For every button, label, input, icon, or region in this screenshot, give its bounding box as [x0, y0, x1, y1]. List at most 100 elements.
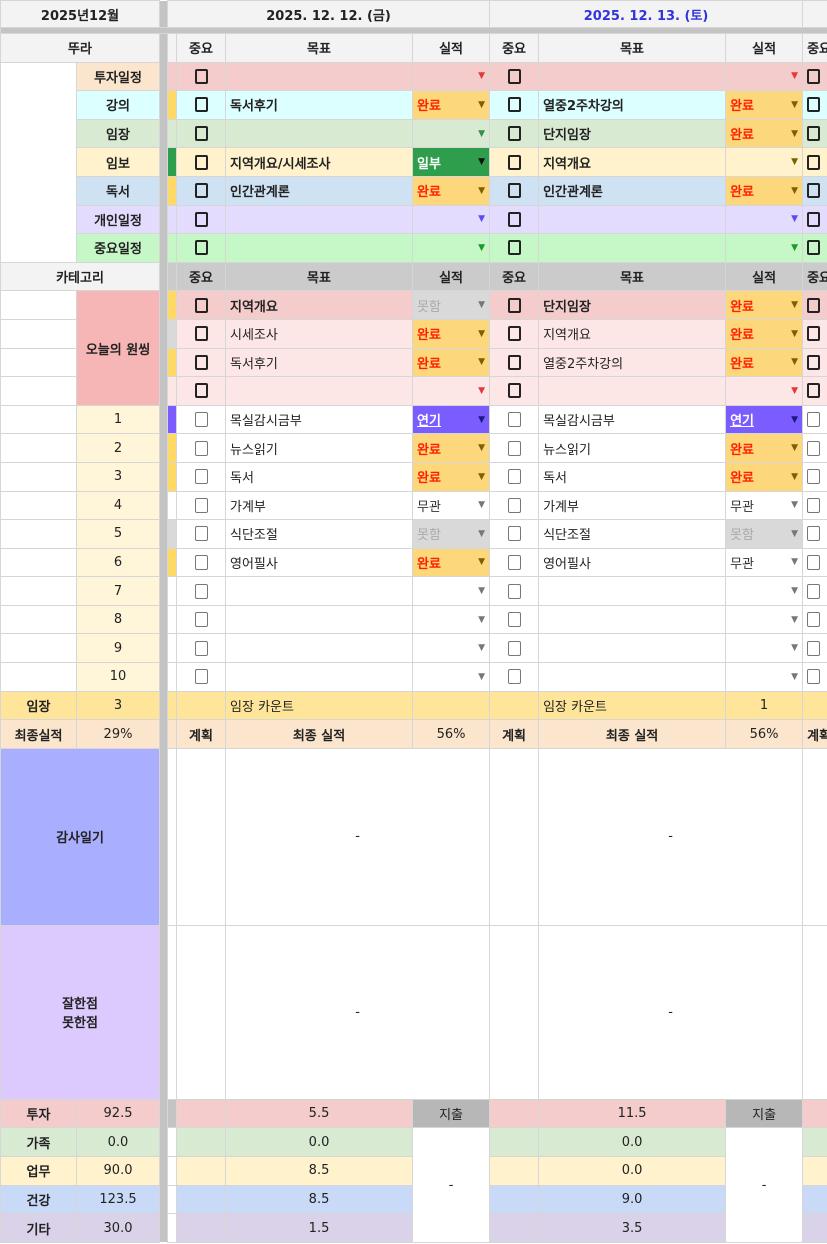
checkbox[interactable] — [807, 440, 821, 456]
dropdown-arrow-icon[interactable]: ▼ — [791, 615, 798, 625]
dropdown-arrow-icon[interactable]: ▼ — [478, 672, 485, 682]
result-dropdown[interactable]: 못함 ▼ — [412, 290, 491, 320]
dropdown-arrow-icon[interactable]: ▼ — [478, 129, 485, 139]
checkbox[interactable] — [807, 554, 821, 570]
dropdown-arrow-icon[interactable]: ▼ — [791, 71, 798, 81]
checkbox[interactable] — [507, 469, 521, 485]
checkbox[interactable] — [507, 612, 521, 628]
goal-cell[interactable] — [225, 604, 414, 635]
dropdown-arrow-icon[interactable]: ▼ — [791, 672, 798, 682]
checkbox[interactable] — [507, 326, 521, 342]
gratitude-entry[interactable]: - — [225, 747, 491, 926]
checkbox[interactable] — [807, 526, 821, 542]
goal-cell[interactable]: 식단조절 — [538, 519, 727, 549]
checkbox[interactable] — [194, 469, 208, 485]
checkbox[interactable] — [807, 612, 821, 628]
result-dropdown[interactable]: 완료 ▼ — [725, 318, 804, 349]
checkbox[interactable] — [194, 612, 208, 628]
checkbox[interactable] — [807, 497, 821, 513]
result-dropdown[interactable]: 완료 ▼ — [725, 290, 804, 320]
checkbox[interactable] — [507, 526, 521, 542]
goal-cell[interactable]: 가계부 — [538, 490, 727, 521]
goal-cell[interactable]: 지역개요/시세조사 — [225, 147, 414, 177]
result-dropdown[interactable]: 완료 ▼ — [412, 547, 491, 578]
checkbox[interactable] — [507, 126, 521, 142]
goal-cell[interactable] — [225, 576, 414, 606]
review-entry[interactable]: - — [225, 924, 491, 1100]
result-dropdown[interactable]: ▼ — [725, 576, 804, 606]
checkbox[interactable] — [194, 583, 208, 599]
result-dropdown[interactable]: ▼ — [412, 61, 491, 92]
result-dropdown[interactable]: ▼ — [725, 376, 804, 406]
checkbox[interactable] — [507, 297, 521, 313]
result-dropdown[interactable]: 완료 ▼ — [725, 90, 804, 120]
dropdown-arrow-icon[interactable]: ▼ — [478, 100, 485, 110]
goal-cell[interactable]: 지역개요 — [538, 147, 727, 177]
result-dropdown[interactable]: 못함 ▼ — [725, 519, 804, 549]
result-dropdown[interactable]: ▼ — [725, 61, 804, 92]
result-dropdown[interactable]: 완료 ▼ — [725, 433, 804, 463]
checkbox[interactable] — [194, 297, 208, 313]
result-dropdown[interactable]: ▼ — [412, 633, 491, 664]
result-dropdown[interactable]: 완료 ▼ — [725, 118, 804, 149]
checkbox[interactable] — [807, 154, 821, 170]
result-dropdown[interactable]: ▼ — [725, 662, 804, 692]
checkbox[interactable] — [507, 669, 521, 685]
checkbox[interactable] — [194, 383, 208, 399]
checkbox[interactable] — [194, 68, 208, 84]
dropdown-arrow-icon[interactable]: ▼ — [478, 386, 485, 396]
checkbox[interactable] — [807, 412, 821, 428]
goal-cell[interactable] — [225, 662, 414, 692]
dropdown-arrow-icon[interactable]: ▼ — [478, 500, 485, 510]
checkbox[interactable] — [807, 354, 821, 370]
goal-cell[interactable]: 인간관계론 — [225, 175, 414, 206]
dropdown-arrow-icon[interactable]: ▼ — [791, 386, 798, 396]
result-dropdown[interactable]: 완료 ▼ — [412, 175, 491, 206]
checkbox[interactable] — [507, 97, 521, 113]
checkbox[interactable] — [194, 669, 208, 685]
dropdown-arrow-icon[interactable]: ▼ — [478, 557, 485, 567]
goal-cell[interactable] — [225, 376, 414, 406]
checkbox[interactable] — [507, 440, 521, 456]
goal-cell[interactable]: 목실감시금부 — [225, 404, 414, 435]
checkbox[interactable] — [194, 154, 208, 170]
checkbox[interactable] — [807, 326, 821, 342]
result-dropdown[interactable]: ▼ — [725, 147, 804, 177]
goal-cell[interactable] — [538, 633, 727, 664]
result-dropdown[interactable]: ▼ — [725, 233, 804, 263]
result-dropdown[interactable]: 무관 ▼ — [725, 547, 804, 578]
dropdown-arrow-icon[interactable]: ▼ — [478, 214, 485, 224]
result-dropdown[interactable]: 완료 ▼ — [725, 347, 804, 378]
goal-cell[interactable]: 뉴스읽기 — [538, 433, 727, 463]
checkbox[interactable] — [194, 354, 208, 370]
result-dropdown[interactable]: 연기 ▼ — [725, 404, 804, 435]
dropdown-arrow-icon[interactable]: ▼ — [478, 357, 485, 367]
checkbox[interactable] — [807, 240, 821, 256]
dropdown-arrow-icon[interactable]: ▼ — [791, 357, 798, 367]
goal-cell[interactable]: 독서 — [225, 461, 414, 492]
checkbox[interactable] — [194, 183, 208, 199]
goal-cell[interactable] — [225, 233, 414, 263]
checkbox[interactable] — [807, 640, 821, 656]
result-dropdown[interactable]: ▼ — [725, 604, 804, 635]
checkbox[interactable] — [507, 583, 521, 599]
result-dropdown[interactable]: 완료 ▼ — [412, 461, 491, 492]
result-dropdown[interactable]: ▼ — [412, 604, 491, 635]
goal-cell[interactable] — [538, 376, 727, 406]
dropdown-arrow-icon[interactable]: ▼ — [478, 472, 485, 482]
goal-cell[interactable]: 가계부 — [225, 490, 414, 521]
checkbox[interactable] — [194, 526, 208, 542]
result-dropdown[interactable]: 무관 ▼ — [412, 490, 491, 521]
goal-cell[interactable] — [225, 633, 414, 664]
checkbox[interactable] — [807, 126, 821, 142]
goal-cell[interactable]: 단지임장 — [538, 118, 727, 149]
result-dropdown[interactable]: 완료 ▼ — [412, 433, 491, 463]
checkbox[interactable] — [807, 297, 821, 313]
dropdown-arrow-icon[interactable]: ▼ — [791, 472, 798, 482]
result-dropdown[interactable]: ▼ — [412, 233, 491, 263]
expense-note[interactable]: - — [412, 1127, 491, 1243]
checkbox[interactable] — [507, 412, 521, 428]
dropdown-arrow-icon[interactable]: ▼ — [791, 300, 798, 310]
dropdown-arrow-icon[interactable]: ▼ — [791, 415, 798, 425]
dropdown-arrow-icon[interactable]: ▼ — [791, 586, 798, 596]
